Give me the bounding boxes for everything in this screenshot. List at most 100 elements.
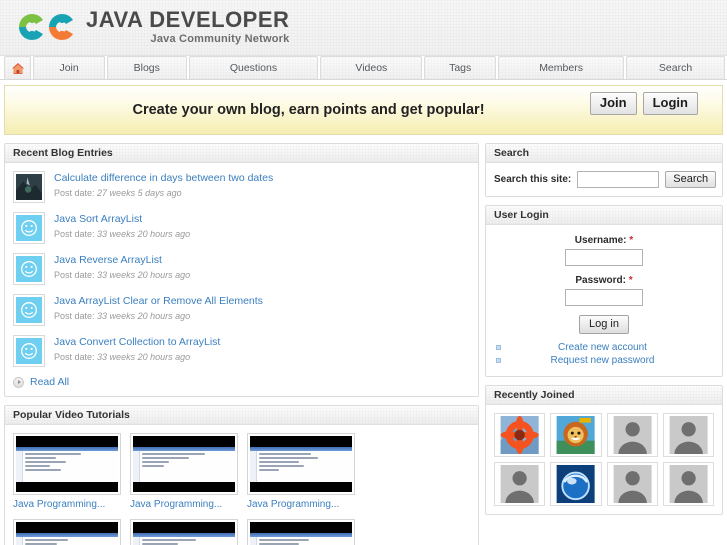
video-item[interactable]: Java Programming... — [247, 433, 355, 510]
member-avatar[interactable] — [494, 462, 546, 506]
nav-label: Search — [658, 62, 693, 74]
blue-sphere-photo-icon — [556, 465, 595, 503]
video-thumbnail[interactable] — [247, 433, 355, 495]
search-submit-button[interactable]: Search — [665, 171, 717, 188]
dark-photo-thumb-icon — [16, 174, 42, 200]
video-thumbnail[interactable] — [13, 433, 121, 495]
video-screen — [133, 522, 235, 545]
video-item[interactable]: Java Programming... — [247, 519, 355, 545]
letterbox-bottom — [250, 482, 352, 492]
nav-home-button[interactable] — [4, 56, 32, 79]
read-all-link[interactable]: Read All — [30, 376, 69, 388]
blog-entry-date: Post date: 33 weeks 20 hours ago — [54, 270, 190, 280]
password-field-block: Password: * — [494, 275, 714, 306]
site-logo[interactable]: JAVA DEVELOPER Java Community Network — [10, 3, 289, 51]
blog-entry-text: Java Convert Collection to ArrayList Pos… — [54, 335, 220, 362]
blog-entry-date: Post date: 27 weeks 5 days ago — [54, 188, 273, 198]
member-avatar[interactable] — [606, 413, 658, 457]
editor-code-lines — [16, 537, 118, 545]
video-thumbnail[interactable] — [130, 519, 238, 545]
promo-banner: Create your own blog, earn points and ge… — [4, 85, 723, 135]
blog-entry-row: Java ArrayList Clear or Remove All Eleme… — [13, 294, 470, 326]
date-value: 33 weeks 20 hours ago — [97, 229, 191, 239]
default-silhouette-avatar-icon — [669, 416, 708, 454]
blog-entry-row: Calculate difference in days between two… — [13, 171, 470, 203]
code-editor-frame — [250, 533, 352, 545]
recently-joined-body — [486, 405, 722, 514]
code-editor-frame — [16, 533, 118, 545]
blog-entry-title[interactable]: Java Reverse ArrayList — [54, 254, 190, 266]
panel-header: User Login — [486, 206, 722, 225]
cyan-smiley-avatar-icon — [16, 297, 42, 323]
search-input[interactable] — [577, 171, 660, 188]
date-value: 27 weeks 5 days ago — [97, 188, 182, 198]
video-grid-body: Java Programming... Java Programming... … — [5, 425, 478, 545]
username-input[interactable] — [565, 249, 643, 266]
member-avatar[interactable] — [662, 462, 714, 506]
blog-thumbnail[interactable] — [13, 171, 45, 203]
nav-item-members[interactable]: Members — [498, 56, 625, 79]
video-thumbnail[interactable] — [247, 519, 355, 545]
video-caption[interactable]: Java Programming... — [13, 499, 121, 510]
editor-gutter — [16, 537, 23, 545]
video-item[interactable]: Java Programming... — [13, 433, 121, 510]
editor-gutter — [133, 451, 140, 482]
editor-code-lines — [133, 451, 235, 467]
letterbox-top — [250, 436, 352, 447]
member-avatar[interactable] — [662, 413, 714, 457]
video-thumbnail[interactable] — [130, 433, 238, 495]
member-avatar[interactable] — [550, 413, 602, 457]
date-value: 33 weeks 20 hours ago — [97, 352, 191, 362]
search-row: Search this site: Search — [494, 171, 717, 188]
recently-joined-panel: Recently Joined — [485, 385, 723, 515]
blog-thumbnail[interactable] — [13, 212, 45, 244]
blog-entry-title[interactable]: Java Sort ArrayList — [54, 213, 190, 225]
search-panel: Search Search this site: Search — [485, 143, 723, 197]
create-new-account-link[interactable]: Create new account — [501, 342, 714, 353]
blog-entry-date: Post date: 33 weeks 20 hours ago — [54, 311, 263, 321]
editor-code-lines — [133, 537, 235, 545]
nav-item-questions[interactable]: Questions — [188, 56, 319, 79]
video-item[interactable]: Java Programming... — [13, 519, 121, 545]
default-silhouette-avatar-icon — [669, 465, 708, 503]
blog-thumbnail[interactable] — [13, 294, 45, 326]
blog-thumbnail[interactable] — [13, 253, 45, 285]
nav-item-blogs[interactable]: Blogs — [106, 56, 187, 79]
member-avatar[interactable] — [550, 462, 602, 506]
nav-item-search[interactable]: Search — [626, 56, 726, 79]
banner-login-button[interactable]: Login — [642, 92, 698, 116]
video-item[interactable]: Java Programming... — [130, 519, 238, 545]
nav-item-videos[interactable]: Videos — [320, 56, 423, 79]
site-header: JAVA DEVELOPER Java Community Network — [0, 0, 727, 56]
panel-header: Search — [486, 144, 722, 163]
search-label: Search this site: — [494, 174, 572, 185]
date-value: 33 weeks 20 hours ago — [97, 270, 191, 280]
blog-thumbnail[interactable] — [13, 335, 45, 367]
nav-item-join[interactable]: Join — [33, 56, 105, 79]
nav-label: Members — [539, 62, 583, 74]
panel-header: Recent Blog Entries — [5, 144, 478, 163]
video-item[interactable]: Java Programming... — [130, 433, 238, 510]
password-input[interactable] — [565, 289, 643, 306]
editor-code-lines — [250, 537, 352, 545]
letterbox-top — [16, 436, 118, 447]
panel-title: Popular Video Tutorials — [13, 409, 130, 421]
banner-join-button[interactable]: Join — [589, 92, 637, 116]
video-caption[interactable]: Java Programming... — [247, 499, 355, 510]
username-label-text: Username: — [574, 235, 627, 246]
member-avatar[interactable] — [494, 413, 546, 457]
date-value: 33 weeks 20 hours ago — [97, 311, 191, 321]
blog-entry-title[interactable]: Calculate difference in days between two… — [54, 172, 273, 184]
member-avatar[interactable] — [606, 462, 658, 506]
nav-item-tags[interactable]: Tags — [424, 56, 497, 79]
blog-entry-title[interactable]: Java Convert Collection to ArrayList — [54, 336, 220, 348]
video-caption[interactable]: Java Programming... — [130, 499, 238, 510]
read-all-row[interactable]: Read All — [13, 376, 470, 388]
editor-code-lines — [16, 451, 118, 471]
blog-entry-title[interactable]: Java ArrayList Clear or Remove All Eleme… — [54, 295, 263, 307]
request-new-password-link[interactable]: Request new password — [501, 355, 714, 366]
video-thumbnail[interactable] — [13, 519, 121, 545]
log-in-button[interactable]: Log in — [579, 315, 629, 334]
cyan-smiley-avatar-icon — [16, 256, 42, 282]
blog-entry-text: Calculate difference in days between two… — [54, 171, 273, 198]
